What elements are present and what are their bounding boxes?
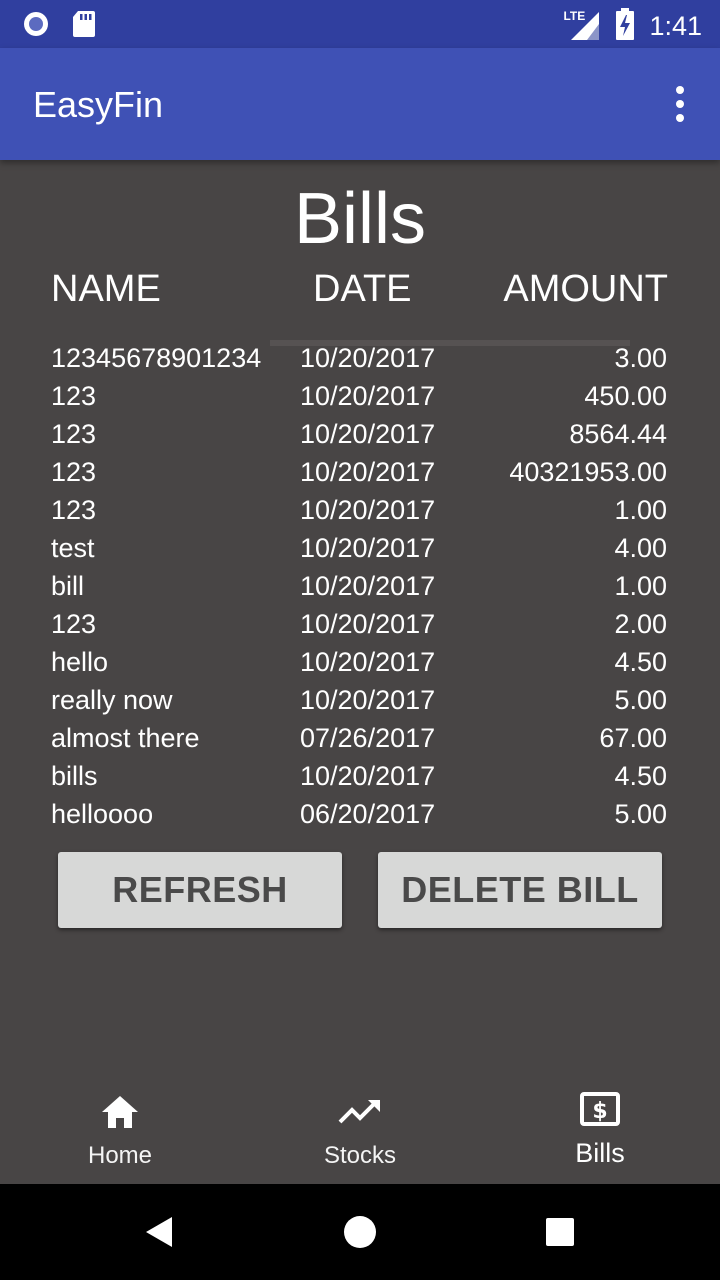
bill-name: helloooo — [51, 799, 154, 829]
bill-amount: 4.00 — [614, 533, 667, 563]
bill-date: 10/20/2017 — [300, 761, 436, 791]
bill-amount: 450.00 — [584, 381, 667, 411]
system-navigation-bar — [0, 1184, 720, 1280]
status-time: 1:41 — [649, 10, 702, 41]
refresh-button[interactable]: REFRESH — [58, 852, 342, 928]
bill-date: 10/20/2017 — [300, 457, 436, 487]
bill-amount: 1.00 — [614, 495, 667, 525]
bill-date: 10/20/2017 — [300, 571, 436, 601]
bill-name: hello — [51, 647, 109, 677]
bill-amount: 67.00 — [599, 723, 667, 753]
column-header-amount: AMOUNT — [503, 268, 668, 310]
bill-row[interactable]: test 10/20/2017 4.00 — [0, 531, 720, 569]
bill-amount: 8564.44 — [569, 419, 667, 449]
page-title: Bills — [293, 179, 426, 259]
back-icon[interactable] — [120, 1184, 200, 1280]
bill-amount: 4.50 — [614, 761, 667, 791]
nav-item-stocks[interactable]: Stocks — [240, 1080, 480, 1184]
bill-name: bills — [51, 761, 98, 791]
bill-amount: 40321953.00 — [509, 457, 667, 487]
delete-bill-button[interactable]: DELETE BILL — [378, 852, 662, 928]
bills-screen: Bills NAME DATE AMOUNT 12345678901234 10/… — [0, 160, 720, 1080]
bill-name: 123 — [51, 457, 97, 487]
bill-row[interactable]: 123 10/20/2017 40321953.00 — [0, 455, 720, 493]
network-type-label: LTE — [563, 9, 586, 23]
battery-charging-icon — [615, 8, 635, 44]
bill-date: 10/20/2017 — [300, 381, 436, 411]
nav-label-home: Home — [87, 1142, 153, 1169]
bill-row[interactable]: bill 10/20/2017 1.00 — [0, 569, 720, 607]
bill-date: 10/20/2017 — [300, 647, 436, 677]
bill-date: 10/20/2017 — [300, 533, 436, 563]
bill-name: almost there — [51, 723, 200, 753]
bill-name: 12345678901234 — [51, 343, 262, 373]
bill-list[interactable]: 12345678901234 10/20/2017 3.00 123 10/20/201… — [0, 341, 720, 835]
bill-name: 123 — [51, 495, 97, 525]
bill-row[interactable]: 123 10/20/2017 1.00 — [0, 493, 720, 531]
bill-date: 10/20/2017 — [300, 419, 436, 449]
recents-icon[interactable] — [520, 1184, 600, 1280]
column-header-date: DATE — [313, 268, 412, 310]
nav-label-bills: Bills — [575, 1138, 625, 1168]
nav-item-home[interactable]: Home — [0, 1080, 240, 1184]
bill-date: 10/20/2017 — [300, 609, 436, 639]
bill-amount: 2.00 — [614, 609, 667, 639]
bill-name: bill — [51, 571, 85, 601]
dollar-bill-icon: $ — [580, 1092, 620, 1130]
bill-name: really now — [51, 685, 173, 715]
bill-row[interactable]: really now 10/20/2017 5.00 — [0, 683, 720, 721]
bill-row[interactable]: bills 10/20/2017 4.50 — [0, 759, 720, 797]
bill-amount: 5.00 — [614, 685, 667, 715]
overflow-menu-icon[interactable] — [670, 86, 690, 122]
svg-text:$: $ — [592, 1099, 607, 1124]
app-bar: EasyFin — [0, 48, 720, 160]
bill-name: 123 — [51, 419, 97, 449]
circle-notification-icon — [22, 10, 50, 42]
bill-name: 123 — [51, 381, 97, 411]
bill-name: test — [51, 533, 95, 563]
bill-date: 07/26/2017 — [300, 723, 436, 753]
status-bar: LTE 1:41 — [0, 0, 720, 48]
bill-row[interactable]: 123 10/20/2017 8564.44 — [0, 417, 720, 455]
sd-card-icon — [72, 10, 96, 42]
nav-label-stocks: Stocks — [323, 1142, 397, 1169]
bottom-navigation: Home Stocks $ Bills — [0, 1080, 720, 1184]
bill-amount: 3.00 — [614, 343, 667, 373]
bill-row[interactable]: almost there 07/26/2017 67.00 — [0, 721, 720, 759]
bill-row[interactable]: 123 10/20/2017 450.00 — [0, 379, 720, 417]
home-icon — [100, 1094, 140, 1134]
bill-row[interactable]: helloooo 06/20/2017 5.00 — [0, 797, 720, 835]
bill-amount: 5.00 — [614, 799, 667, 829]
column-header-name: NAME — [51, 268, 161, 310]
signal-lte-icon: LTE — [563, 9, 601, 42]
bill-amount: 4.50 — [614, 647, 667, 677]
trending-up-icon — [338, 1098, 382, 1130]
bill-date: 10/20/2017 — [300, 495, 436, 525]
bill-date: 10/20/2017 — [300, 685, 436, 715]
bill-row[interactable]: hello 10/20/2017 4.50 — [0, 645, 720, 683]
app-title: EasyFin — [33, 84, 164, 125]
nav-item-bills[interactable]: $ Bills — [480, 1080, 720, 1184]
bill-row[interactable]: 123 10/20/2017 2.00 — [0, 607, 720, 645]
home-circle-icon[interactable] — [320, 1184, 400, 1280]
bill-date: 10/20/2017 — [300, 343, 436, 373]
bill-name: 123 — [51, 609, 97, 639]
bill-amount: 1.00 — [614, 571, 667, 601]
bill-row[interactable]: 12345678901234 10/20/2017 3.00 — [0, 341, 720, 379]
bill-date: 06/20/2017 — [300, 799, 436, 829]
